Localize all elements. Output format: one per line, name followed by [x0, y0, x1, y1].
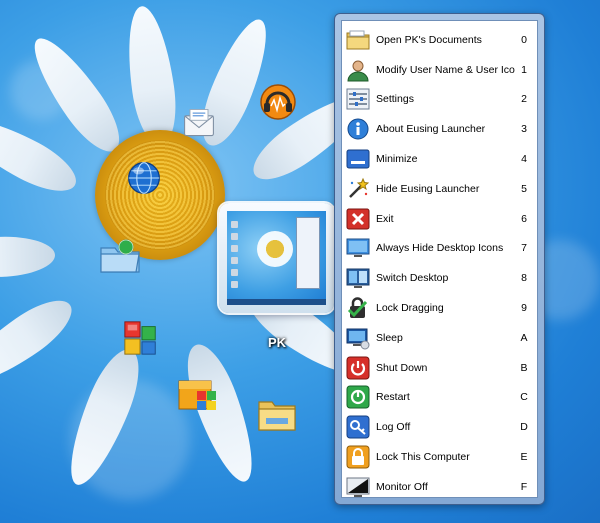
flower-petal	[120, 3, 182, 148]
preview-icon	[231, 233, 238, 240]
preview-menu	[296, 217, 320, 289]
menu-item-exit[interactable]: Exit 6	[342, 204, 537, 234]
desktop-preview-thumbnail[interactable]	[219, 203, 334, 313]
mail-envelope-icon[interactable]	[180, 105, 218, 141]
music-headphones-icon[interactable]	[258, 82, 298, 122]
flower-petal	[0, 235, 56, 280]
menu-item-open-documents[interactable]: Open PK's Documents 0	[342, 25, 537, 55]
monitor-off-icon	[346, 475, 370, 499]
settings-sliders-icon	[346, 87, 370, 111]
preview-taskbar	[227, 299, 326, 305]
preview-icon	[231, 269, 238, 276]
windows-box-icon[interactable]	[177, 377, 221, 415]
minimize-icon	[346, 147, 370, 171]
menu-item-lock-dragging[interactable]: Lock Dragging 9	[342, 293, 537, 323]
menu-item-lock-computer[interactable]: Lock This Computer E	[342, 442, 537, 472]
preview-icon	[231, 221, 238, 228]
menu-list: Open PK's Documents 0 Modify User Name &…	[341, 20, 538, 498]
menu-item-switch-desktop[interactable]: Switch Desktop 8	[342, 263, 537, 293]
menu-item-modify-user[interactable]: Modify User Name & User Icon 1	[342, 55, 537, 85]
info-icon	[346, 117, 370, 141]
preview-icon	[231, 281, 238, 288]
menu-item-shut-down[interactable]: Shut Down B	[342, 353, 537, 383]
magic-wand-icon	[346, 177, 370, 201]
menu-item-about[interactable]: About Eusing Launcher 3	[342, 114, 537, 144]
globe-icon[interactable]	[126, 160, 162, 196]
menu-item-minimize[interactable]: Minimize 4	[342, 144, 537, 174]
log-off-key-icon	[346, 415, 370, 439]
desktop-preview-screen	[227, 211, 326, 305]
switch-desktop-icon	[346, 266, 370, 290]
desktop-background: PK Open PK's Documents 0 Modify User Nam…	[0, 0, 600, 523]
apps-cubes-icon[interactable]	[122, 318, 160, 358]
preview-flower	[257, 231, 293, 267]
lock-dragging-icon	[346, 296, 370, 320]
preview-user-label: PK	[268, 335, 287, 350]
launcher-context-menu: Open PK's Documents 0 Modify User Name &…	[334, 13, 545, 505]
exit-x-icon	[346, 207, 370, 231]
menu-item-settings[interactable]: Settings 2	[342, 85, 537, 115]
menu-item-log-off[interactable]: Log Off D	[342, 412, 537, 442]
menu-item-hide-launcher[interactable]: Hide Eusing Launcher 5	[342, 174, 537, 204]
menu-item-always-hide-icons[interactable]: Always Hide Desktop Icons 7	[342, 234, 537, 264]
desktop-icon	[346, 236, 370, 260]
folder-documents-icon	[346, 28, 370, 52]
padlock-icon	[346, 445, 370, 469]
power-icon	[346, 356, 370, 380]
preview-icon	[231, 245, 238, 252]
file-explorer-folder-icon[interactable]	[256, 394, 298, 434]
sleep-monitor-icon	[346, 326, 370, 350]
menu-item-monitor-off[interactable]: Monitor Off F	[342, 472, 537, 502]
user-icon	[346, 58, 370, 82]
flower-petal	[0, 288, 82, 396]
restart-icon	[346, 385, 370, 409]
preview-icon	[231, 257, 238, 264]
menu-item-restart[interactable]: Restart C	[342, 383, 537, 413]
folder-globe-icon[interactable]	[98, 236, 142, 276]
menu-item-sleep[interactable]: Sleep A	[342, 323, 537, 353]
